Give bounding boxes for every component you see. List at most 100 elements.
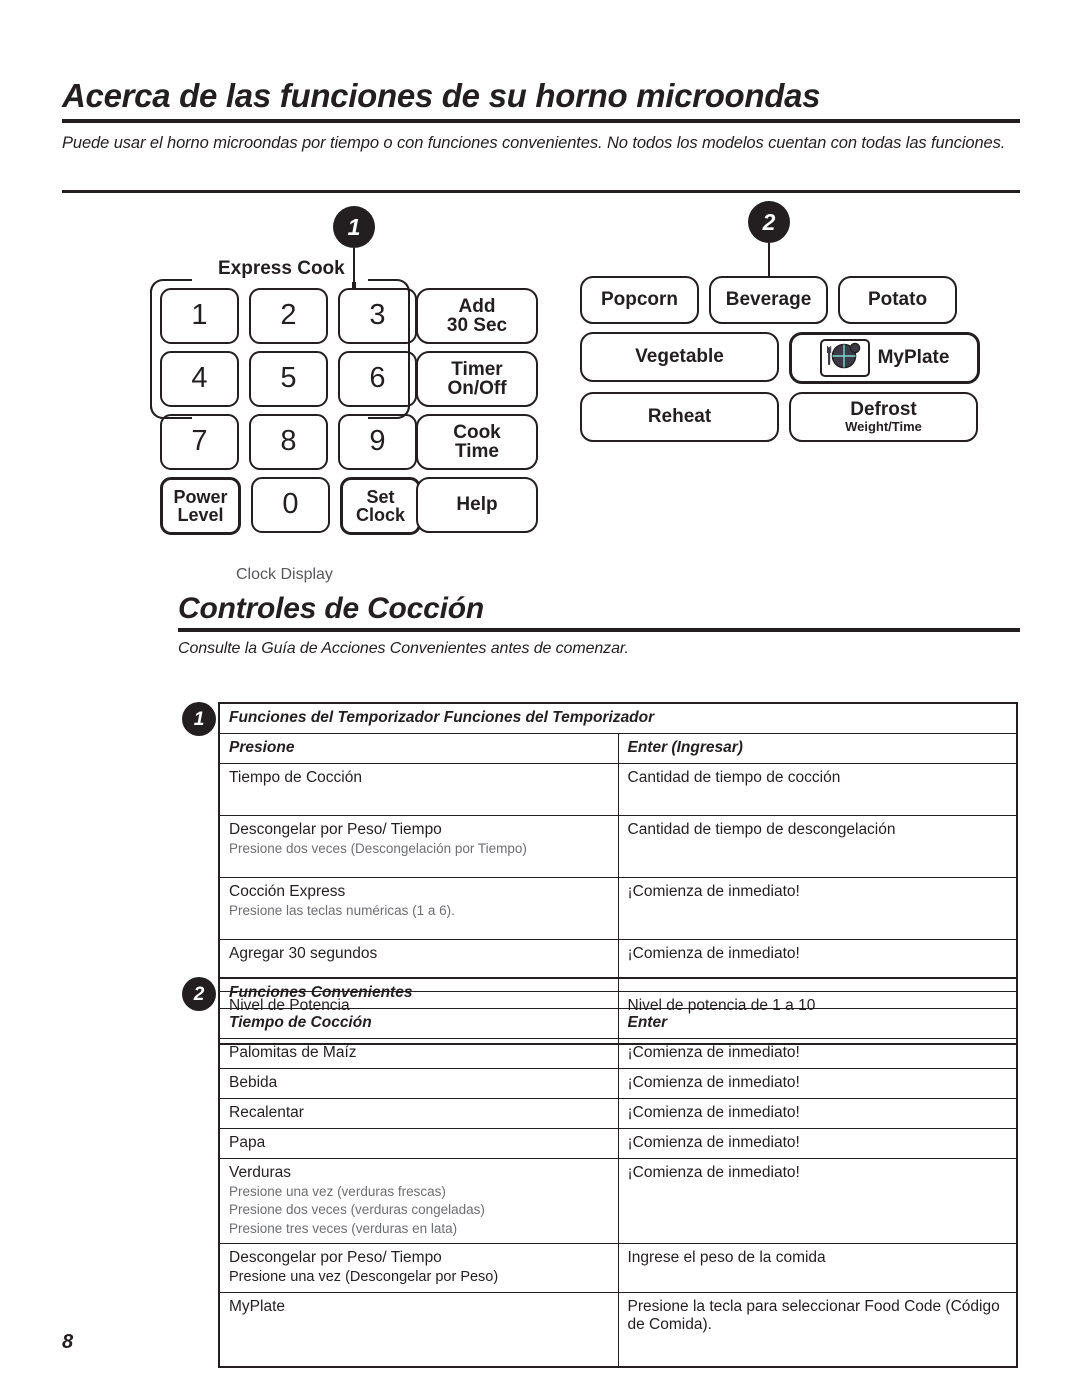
table-2-row-4-label: Verduras Presione una vez (verduras fres… <box>218 1158 619 1244</box>
power-level-line-2: Level <box>177 505 224 525</box>
key-0[interactable]: 0 <box>251 477 330 533</box>
manual-page: Acerca de las funciones de su horno micr… <box>0 0 1080 1397</box>
keypad-grid: 1 2 3 4 5 6 7 8 9 Power Level 0 Set Cloc… <box>150 279 421 535</box>
table-2-row-0-label: Palomitas de Maíz <box>218 1038 619 1069</box>
key-4[interactable]: 4 <box>160 351 239 407</box>
plate-icon <box>819 339 870 377</box>
section-subtitle: Consulte la Guía de Acciones Conveniente… <box>178 640 629 657</box>
table-2-col2-header: Enter <box>617 1008 1018 1039</box>
button-vegetable[interactable]: Vegetable <box>580 332 779 382</box>
row-label: Agregar 30 segundos <box>229 945 378 962</box>
set-clock-line-1: Set <box>366 486 395 507</box>
table-2-row-1-value: ¡Comienza de inmediato! <box>617 1068 1018 1099</box>
keypad-row-4: Power Level 0 Set Clock <box>160 477 421 535</box>
row-note: Presione dos veces (Descongelación por T… <box>229 841 527 856</box>
table-row: Palomitas de Maíz ¡Comienza de inmediato… <box>218 1038 1018 1069</box>
row-label: MyPlate <box>229 1298 285 1316</box>
table-2-row-2-value: ¡Comienza de inmediato! <box>617 1098 1018 1129</box>
table-1-row-1-value: Cantidad de tiempo de descongelación <box>617 815 1018 878</box>
row-note-3: Presione tres veces (verduras en lata) <box>229 1220 458 1236</box>
row-note: Presione las teclas numéricas (1 a 6). <box>229 903 455 918</box>
key-6[interactable]: 6 <box>338 351 417 407</box>
callout-2-pin <box>768 243 770 277</box>
row-label: Descongelar por Peso/ Tiempo <box>229 1248 442 1266</box>
convenience-functions-table: Funciones Convenientes Tiempo de Cocción… <box>218 977 1018 1369</box>
button-potato[interactable]: Potato <box>838 276 957 324</box>
table-2-row-4-value: ¡Comienza de inmediato! <box>617 1158 1018 1244</box>
cook-time-line-2: Time <box>454 441 499 462</box>
row-label: Tiempo de Cocción <box>229 769 362 786</box>
table-2-row-6-value: Presione la tecla para seleccionar Food … <box>617 1292 1018 1368</box>
key-3[interactable]: 3 <box>338 288 417 344</box>
convenience-row-2: Vegetable MyPlate <box>580 332 980 384</box>
button-defrost[interactable]: Defrost Weight/Time <box>789 392 978 442</box>
section-cooking-controls: Controles de Cocción Consulte la Guía de… <box>178 592 1020 658</box>
table-header-row: Presione Enter (Ingresar) <box>218 733 1018 764</box>
key-2[interactable]: 2 <box>249 288 328 344</box>
defrost-sub-label: Weight/Time <box>845 419 922 435</box>
section-rule <box>178 628 1020 632</box>
table-1-col1-header: Presione <box>218 733 619 764</box>
intro-rule <box>62 190 1020 193</box>
keypad-row-1: 1 2 3 <box>160 288 421 344</box>
key-help[interactable]: Help <box>416 477 538 533</box>
timer-line-2: On/Off <box>447 378 507 399</box>
table-row: Descongelar por Peso/ Tiempo Presione do… <box>218 815 1018 878</box>
table-row: Cocción Express Presione las teclas numé… <box>218 877 1018 940</box>
table-2-row-5-label: Descongelar por Peso/ Tiempo Presione un… <box>218 1242 619 1294</box>
key-5[interactable]: 5 <box>249 351 328 407</box>
row-note-1: Presione una vez (Descongelar por Peso) <box>229 1268 499 1285</box>
key-1[interactable]: 1 <box>160 288 239 344</box>
convenience-row-3: Reheat Defrost Weight/Time <box>580 392 980 442</box>
button-reheat[interactable]: Reheat <box>580 392 779 442</box>
table-row: Descongelar por Peso/ Tiempo Presione un… <box>218 1242 1018 1294</box>
key-set-clock[interactable]: Set Clock <box>340 477 421 535</box>
section-title: Controles de Cocción <box>178 592 485 625</box>
set-clock-line-2: Clock <box>355 505 406 525</box>
convenience-button-group: Popcorn Beverage Potato Vegetable MyPlat… <box>580 276 980 450</box>
table-2-row-3-label: Papa <box>218 1128 619 1159</box>
power-level-line-1: Power <box>173 486 228 507</box>
table-1-row-0-value: Cantidad de tiempo de cocción <box>617 763 1018 816</box>
table-2-badge: 2 <box>182 977 216 1011</box>
table-row: Tiempo de Cocción Cantidad de tiempo de … <box>218 763 1018 816</box>
convenience-row-1: Popcorn Beverage Potato <box>580 276 980 324</box>
table-row: Papa ¡Comienza de inmediato! <box>218 1128 1018 1159</box>
table-2-row-5-value: Ingrese el peso de la comida <box>617 1242 1018 1294</box>
express-cook-label: Express Cook <box>218 258 345 279</box>
table-1-col2-header: Enter (Ingresar) <box>617 733 1018 764</box>
page-title: Acerca de las funciones de su horno micr… <box>62 77 821 114</box>
keypad-group: Express Cook 1 2 3 4 5 6 7 8 9 Power Lev… <box>150 258 538 583</box>
row-label: Verduras <box>229 1164 292 1181</box>
key-add-30-sec[interactable]: Add 30 Sec <box>416 288 538 344</box>
key-timer-on-off[interactable]: Timer On/Off <box>416 351 538 407</box>
table-1-badge: 1 <box>182 702 216 736</box>
button-popcorn[interactable]: Popcorn <box>580 276 699 324</box>
table-2-row-6-label: MyPlate <box>218 1292 619 1368</box>
key-7[interactable]: 7 <box>160 414 239 470</box>
function-key-column: Add 30 Sec Timer On/Off Cook Time Help <box>416 288 538 540</box>
table-title-row: Funciones Convenientes <box>218 977 1018 1009</box>
timer-line-1: Timer <box>451 358 503 380</box>
callout-1-pin <box>353 248 355 282</box>
myplate-label: MyPlate <box>877 347 950 369</box>
callout-1-number: 1 <box>333 206 375 248</box>
table-1-row-0-label: Tiempo de Cocción <box>218 763 619 816</box>
callout-badge-2: 2 <box>748 201 790 277</box>
key-cook-time[interactable]: Cook Time <box>416 414 538 470</box>
table-row: Bebida ¡Comienza de inmediato! <box>218 1068 1018 1099</box>
table-2-row-3-value: ¡Comienza de inmediato! <box>617 1128 1018 1159</box>
key-8[interactable]: 8 <box>249 414 328 470</box>
table-2-row-2-label: Recalentar <box>218 1098 619 1129</box>
button-myplate[interactable]: MyPlate <box>789 332 980 384</box>
key-power-level[interactable]: Power Level <box>160 477 241 535</box>
page-header: Acerca de las funciones de su horno micr… <box>62 77 1020 155</box>
help-label: Help <box>456 494 498 516</box>
table-header-row: Tiempo de Cocción Enter <box>218 1008 1018 1039</box>
table-1-row-1-label: Descongelar por Peso/ Tiempo Presione do… <box>218 815 619 878</box>
table-title-row: Funciones del Temporizador Funciones del… <box>218 702 1018 734</box>
cook-time-line-1: Cook <box>453 421 501 443</box>
control-panel-diagram: 1 2 Express Cook 1 2 3 4 5 6 7 8 9 Power… <box>0 196 1080 586</box>
button-beverage[interactable]: Beverage <box>709 276 828 324</box>
key-9[interactable]: 9 <box>338 414 417 470</box>
